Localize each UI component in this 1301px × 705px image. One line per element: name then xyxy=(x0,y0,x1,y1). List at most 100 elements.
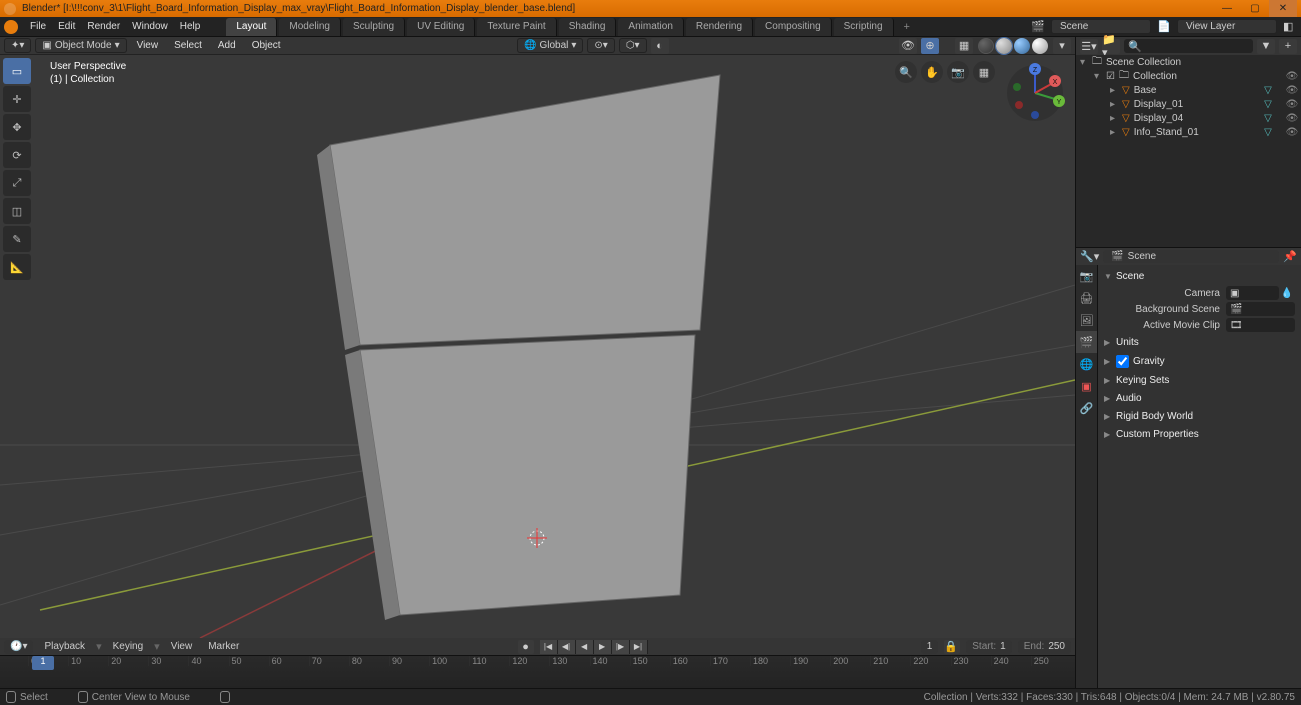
tool-transform[interactable]: ◫ xyxy=(3,198,31,224)
shading-wireframe[interactable] xyxy=(978,38,994,54)
outliner-item[interactable]: ▸▽Display_04▽👁 xyxy=(1076,111,1301,125)
workspace-add-button[interactable]: + xyxy=(896,18,918,36)
menu-help[interactable]: Help xyxy=(174,17,207,37)
workspace-scripting[interactable]: Scripting xyxy=(834,18,894,36)
tab-constraints[interactable]: 🔗 xyxy=(1076,397,1097,419)
tool-rotate[interactable]: ⟳ xyxy=(3,142,31,168)
orientation-dropdown[interactable]: 🌐 Global ▾ xyxy=(517,38,583,53)
outliner-editor-type[interactable]: ☰▾ xyxy=(1080,39,1098,54)
workspace-shading[interactable]: Shading xyxy=(559,18,617,36)
workspace-animation[interactable]: Animation xyxy=(618,18,683,36)
close-button[interactable]: ✕ xyxy=(1269,0,1297,17)
jump-start-button[interactable]: |◀ xyxy=(540,640,558,654)
outliner-item[interactable]: ▸▽Info_Stand_01▽👁 xyxy=(1076,125,1301,139)
viewport-3d[interactable]: User Perspective (1) | Collection ▭ ✛ ✥ … xyxy=(0,55,1075,638)
blender-icon[interactable] xyxy=(4,20,18,34)
minimize-button[interactable]: — xyxy=(1213,0,1241,17)
outliner-new-collection[interactable]: + xyxy=(1279,39,1297,54)
tool-annotate[interactable]: ✎ xyxy=(3,226,31,252)
filter-icon[interactable]: ◧ xyxy=(1283,20,1297,34)
tool-scale[interactable]: ⤢ xyxy=(3,170,31,196)
shading-rendered[interactable] xyxy=(1032,38,1048,54)
workspace-modeling[interactable]: Modeling xyxy=(279,18,341,36)
tab-object[interactable]: ▣ xyxy=(1076,375,1097,397)
start-frame-input[interactable]: Start:1 xyxy=(966,640,1011,654)
tab-world[interactable]: 🌐 xyxy=(1076,353,1097,375)
proportional-edit-button[interactable]: ◐ xyxy=(651,38,669,54)
outliner-item[interactable]: ▸▽Display_01▽👁 xyxy=(1076,97,1301,111)
xray-button[interactable]: ▦ xyxy=(955,38,973,54)
properties-breadcrumb[interactable]: 🎬 Scene xyxy=(1103,250,1279,263)
outliner-tree[interactable]: ▾ 🗀Scene Collection ▾ ☑🗀Collection 👁 ▸▽B… xyxy=(1076,55,1301,247)
workspace-compositing[interactable]: Compositing xyxy=(755,18,832,36)
menu-edit[interactable]: Edit xyxy=(52,17,81,37)
nav-zoom-icon[interactable]: 🔍 xyxy=(895,61,917,83)
workspace-rendering[interactable]: Rendering xyxy=(686,18,753,36)
menu-window[interactable]: Window xyxy=(126,17,174,37)
tab-viewlayer[interactable]: 🖼 xyxy=(1076,309,1097,331)
clip-field[interactable]: 🎞 xyxy=(1226,318,1295,332)
view3d-menu-object[interactable]: Object xyxy=(246,40,287,51)
mode-dropdown[interactable]: ▣ Object Mode ▾ xyxy=(35,38,126,53)
snap-dropdown[interactable]: ⬡▾ xyxy=(619,38,647,53)
camera-field[interactable]: ▣ xyxy=(1226,286,1279,300)
workspace-uv[interactable]: UV Editing xyxy=(407,18,475,36)
eyedropper-icon[interactable]: 💧 xyxy=(1279,288,1295,299)
viewlayer-selector[interactable]: View Layer xyxy=(1177,19,1277,34)
visibility-toggle[interactable]: 👁 xyxy=(1283,71,1301,82)
bgscene-field[interactable]: 🎬 xyxy=(1226,302,1295,316)
tool-measure[interactable]: 📐 xyxy=(3,254,31,280)
end-frame-input[interactable]: End:250 xyxy=(1018,640,1071,654)
timeline-menu-view[interactable]: View xyxy=(166,641,198,652)
timeline-menu-playback[interactable]: Playback xyxy=(39,641,90,652)
current-frame-input[interactable]: 1 xyxy=(921,640,939,654)
tab-output[interactable]: 🖨 xyxy=(1076,287,1097,309)
scene-selector[interactable]: Scene xyxy=(1051,19,1151,34)
timeline-tick: 230 xyxy=(951,656,991,666)
tool-select-box[interactable]: ▭ xyxy=(3,58,31,84)
properties-editor-type[interactable]: 🔧▾ xyxy=(1080,250,1099,263)
menu-render[interactable]: Render xyxy=(81,17,126,37)
lock-range-icon[interactable]: 🔒 xyxy=(944,640,960,654)
autokey-button[interactable]: ● xyxy=(518,640,534,654)
nav-camera-icon[interactable]: 📷 xyxy=(947,61,969,83)
view3d-menu-add[interactable]: Add xyxy=(212,40,242,51)
workspace-sculpting[interactable]: Sculpting xyxy=(343,18,405,36)
nav-perspective-icon[interactable]: ▦ xyxy=(973,61,995,83)
workspace-texpaint[interactable]: Texture Paint xyxy=(477,18,556,36)
playhead[interactable]: 1 xyxy=(32,656,54,670)
timeline-menu-keying[interactable]: Keying xyxy=(108,641,149,652)
outliner-search-input[interactable]: 🔍 xyxy=(1124,39,1253,53)
play-reverse-button[interactable]: ◀ xyxy=(576,640,594,654)
maximize-button[interactable]: ▢ xyxy=(1241,0,1269,17)
tool-move[interactable]: ✥ xyxy=(3,114,31,140)
axis-gizmo[interactable]: Y Z X xyxy=(1005,63,1065,123)
pin-icon[interactable]: 📌 xyxy=(1283,250,1297,263)
tab-render[interactable]: 📷 xyxy=(1076,265,1097,287)
keyframe-prev-button[interactable]: ◀| xyxy=(558,640,576,654)
tab-scene[interactable]: 🎬 xyxy=(1076,331,1097,353)
shading-options-dropdown[interactable]: ▾ xyxy=(1053,38,1071,54)
nav-pan-icon[interactable]: ✋ xyxy=(921,61,943,83)
play-button[interactable]: ▶ xyxy=(594,640,612,654)
editor-type-dropdown[interactable]: ✦▾ xyxy=(4,38,31,53)
keyframe-next-button[interactable]: |▶ xyxy=(612,640,630,654)
timeline-track[interactable]: 0102030405060708090100110120130140150160… xyxy=(0,656,1075,688)
timeline-menu-marker[interactable]: Marker xyxy=(203,641,244,652)
shading-solid[interactable] xyxy=(996,38,1012,54)
jump-end-button[interactable]: ▶| xyxy=(630,640,648,654)
gizmo-visibility-button[interactable]: 👁 xyxy=(899,38,917,54)
workspace-layout[interactable]: Layout xyxy=(226,18,277,36)
outliner-filter-button[interactable]: ▼ xyxy=(1257,39,1275,54)
outliner-display-mode[interactable]: 📁▾ xyxy=(1102,39,1120,54)
timeline-editor-type[interactable]: 🕐▾ xyxy=(4,640,33,654)
view3d-menu-select[interactable]: Select xyxy=(168,40,208,51)
menu-file[interactable]: File xyxy=(24,17,52,37)
tool-cursor[interactable]: ✛ xyxy=(3,86,31,112)
shading-lookdev[interactable] xyxy=(1014,38,1030,54)
overlays-button[interactable]: ⊕ xyxy=(921,38,939,54)
view3d-menu-view[interactable]: View xyxy=(131,40,165,51)
pivot-dropdown[interactable]: ⊙▾ xyxy=(587,38,614,53)
outliner-item[interactable]: ▸▽Base▽👁 xyxy=(1076,83,1301,97)
gravity-checkbox[interactable] xyxy=(1116,355,1129,368)
